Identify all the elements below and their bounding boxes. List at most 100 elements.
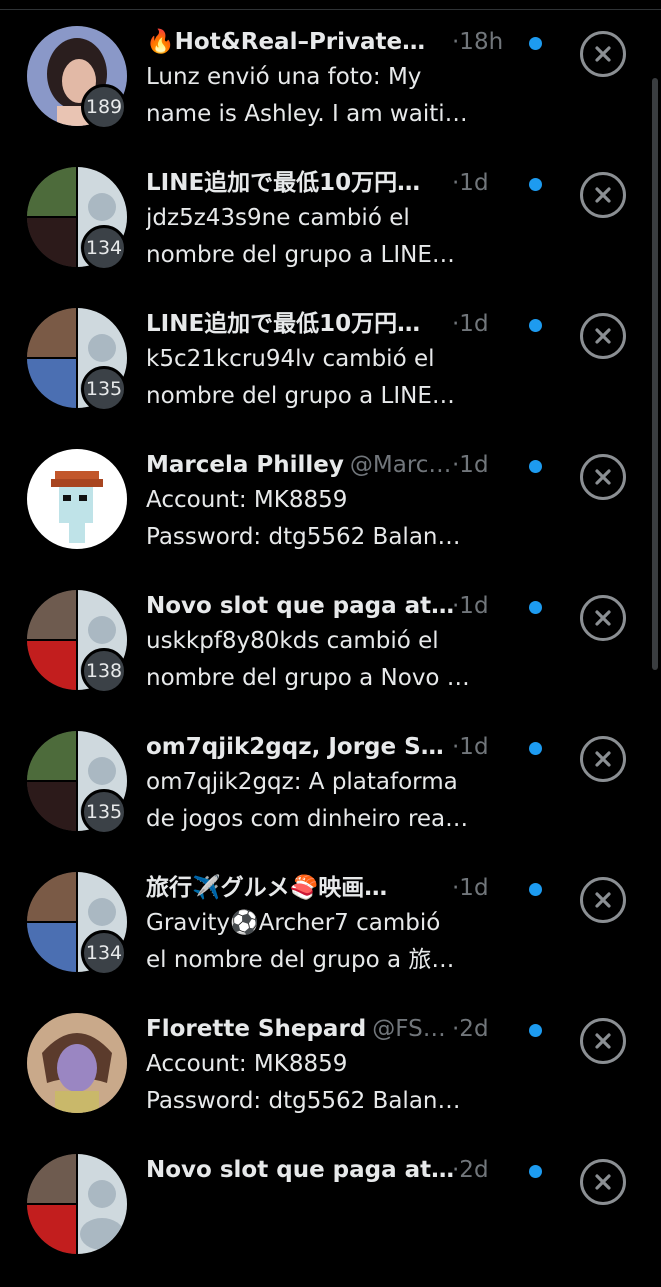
conversation-name: Novo slot que paga at… [146,1157,455,1183]
preview-line-2: el nombre del grupo a 旅… [146,947,455,973]
conversation-handle: @Marc… [349,452,452,478]
conversation-row[interactable]: Marcela Philley @Marc… ·1d Account: MK8859 P… [0,441,661,582]
close-icon [595,187,611,203]
member-count-badge: 189 [81,84,127,130]
unread-dot-icon [529,1165,542,1178]
conversation-content: LINE追加で最低10万円… ·1d k5c21kcru94lv cambió el… [146,307,546,415]
conversation-time: ·1d [452,875,489,901]
unread-dot-icon [529,460,542,473]
dismiss-button[interactable] [580,877,626,923]
avatar[interactable] [27,449,127,549]
conversation-row[interactable]: 135 LINE追加で最低10万円… ·1d k5c21kcru94lv cambió… [0,300,661,441]
message-preview: Account: MK8859 Password: dtg5562 Balan… [146,482,506,556]
conversation-row[interactable]: 138 Novo slot que paga at… ·1d uskkpf8y80kd… [0,582,661,723]
unread-dot-icon [529,1024,542,1037]
conversation-time: ·2d [452,1016,489,1042]
conversation-row[interactable]: 135 om7qjik2gqz, Jorge Su… ·1d om7qjik2gqz:… [0,723,661,864]
conversation-name: LINE追加で最低10万円… [146,170,421,196]
preview-line-1: Lunz envió una foto: My [146,64,422,90]
member-count-badge: 134 [81,225,127,271]
conversation-content: LINE追加で最低10万円… ·1d jdz5z43s9ne cambió el no… [146,166,546,274]
dismiss-button[interactable] [580,313,626,359]
conversation-name: Marcela Philley [146,452,344,478]
unread-dot-icon [529,742,542,755]
preview-line-2: Password: dtg5562 Balan… [146,1088,461,1114]
conversation-handle: @FS… [372,1016,446,1042]
unread-dot-icon [529,883,542,896]
close-icon [595,328,611,344]
avatar[interactable]: 134 [27,872,127,976]
preview-line-1: uskkpf8y80kds cambió el [146,628,439,654]
conversation-name: 🔥Hot&Real–Private… [146,29,426,55]
conversation-name: LINE追加で最低10万円… [146,311,421,337]
conversation-content: 🔥Hot&Real–Private… ·18h Lunz envió una fot… [146,25,546,133]
conversation-name: Novo slot que paga at… [146,593,455,619]
conversation-time: ·1d [452,311,489,337]
unread-dot-icon [529,178,542,191]
avatar-image [27,1154,127,1254]
preview-line-2: nombre del grupo a LINE… [146,242,455,268]
conversation-row[interactable]: Novo slot que paga at… ·2d [0,1146,661,1287]
conversation-row[interactable]: 134 旅行✈️グルメ🍣映画… ·1d Gravity⚽Archer7 cambió e… [0,864,661,1005]
conversation-time: ·1d [452,170,489,196]
avatar[interactable]: 135 [27,731,127,835]
message-preview: jdz5z43s9ne cambió el nombre del grupo a … [146,200,506,274]
close-icon [595,892,611,908]
message-preview: Lunz envió una foto: My name is Ashley. I… [146,59,506,133]
avatar[interactable] [27,1013,127,1113]
unread-dot-icon [529,37,542,50]
message-preview: k5c21kcru94lv cambió el nombre del grupo … [146,341,506,415]
close-icon [595,1033,611,1049]
avatar[interactable]: 134 [27,167,127,271]
top-divider [0,9,661,10]
member-count-badge: 138 [81,648,127,694]
dismiss-button[interactable] [580,736,626,782]
dismiss-button[interactable] [580,1159,626,1205]
member-count-badge: 134 [81,930,127,976]
avatar[interactable]: 138 [27,590,127,694]
unread-dot-icon [529,601,542,614]
conversation-name: om7qjik2gqz, Jorge Su… [146,734,456,760]
preview-line-1: jdz5z43s9ne cambió el [146,205,410,231]
avatar[interactable]: 189 [27,26,127,130]
message-preview: Gravity⚽Archer7 cambió el nombre del grup… [146,905,506,979]
preview-line-2: de jogos com dinheiro rea… [146,806,469,832]
conversation-row[interactable]: Florette Shepard @FS… ·2d Account: MK8859 Pa… [0,1005,661,1146]
preview-line-1: Account: MK8859 [146,1051,348,1077]
message-preview: om7qjik2gqz: A plataforma de jogos com di… [146,764,506,838]
avatar-image [27,449,127,549]
preview-line-1: om7qjik2gqz: A plataforma [146,769,458,795]
preview-line-1: k5c21kcru94lv cambió el [146,346,435,372]
dismiss-button[interactable] [580,172,626,218]
dismiss-button[interactable] [580,595,626,641]
dismiss-button[interactable] [580,1018,626,1064]
conversation-time: ·1d [452,452,489,478]
conversation-content: Marcela Philley @Marc… ·1d Account: MK8859 P… [146,448,546,556]
preview-line-1: Account: MK8859 [146,487,348,513]
conversation-content: Florette Shepard @FS… ·2d Account: MK8859 Pa… [146,1012,546,1120]
preview-line-2: name is Ashley. I am waiti… [146,101,468,127]
conversation-row[interactable]: 134 LINE追加で最低10万円… ·1d jdz5z43s9ne cambió e… [0,159,661,300]
close-icon [595,469,611,485]
conversation-time: ·18h [452,29,504,55]
avatar[interactable] [27,1154,127,1254]
conversation-content: Novo slot que paga at… ·2d [146,1153,546,1187]
preview-line-2: nombre del grupo a Novo … [146,665,470,691]
conversation-row[interactable]: 189 🔥Hot&Real–Private… ·18h Lunz envió una … [0,18,661,159]
close-icon [595,751,611,767]
conversation-time: ·1d [452,593,489,619]
conversation-name: 旅行✈️グルメ🍣映画… [146,875,388,901]
unread-dot-icon [529,319,542,332]
conversation-time: ·2d [452,1157,489,1183]
member-count-badge: 135 [81,789,127,835]
avatar[interactable]: 135 [27,308,127,412]
dismiss-button[interactable] [580,31,626,77]
avatar-image [27,1013,127,1113]
preview-line-2: Password: dtg5562 Balan… [146,524,461,550]
close-icon [595,610,611,626]
dismiss-button[interactable] [580,454,626,500]
message-preview: uskkpf8y80kds cambió el nombre del grupo … [146,623,506,697]
conversation-content: om7qjik2gqz, Jorge Su… ·1d om7qjik2gqz: A … [146,730,546,838]
member-count-badge: 135 [81,366,127,412]
conversation-content: Novo slot que paga at… ·1d uskkpf8y80kds c… [146,589,546,697]
